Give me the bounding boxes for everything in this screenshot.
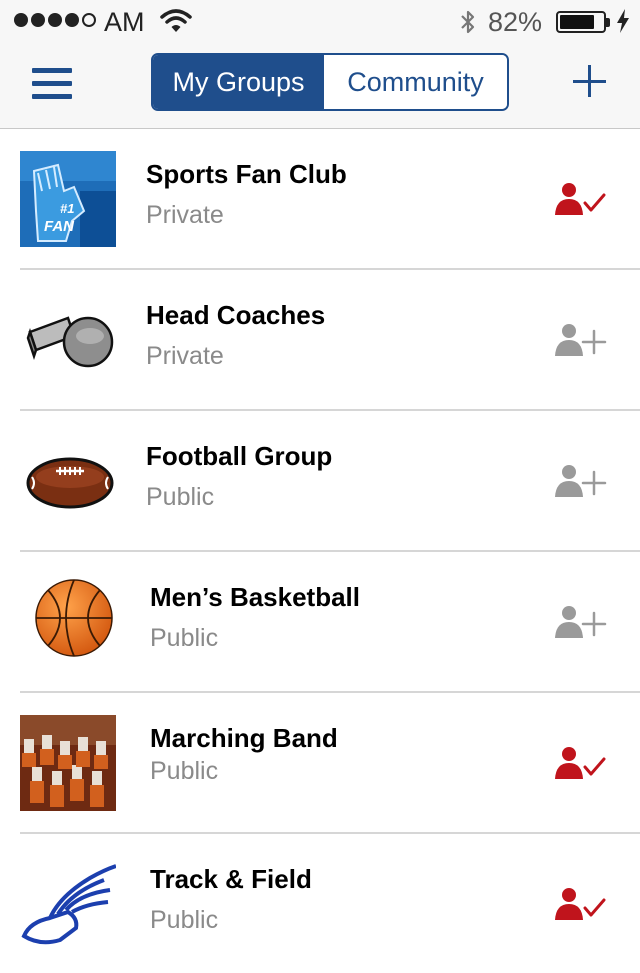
- member-joined-icon[interactable]: [554, 181, 608, 217]
- join-group-icon[interactable]: [554, 463, 608, 499]
- group-row-football-group[interactable]: Football Group Public: [20, 411, 640, 552]
- group-name: Track & Field: [150, 864, 312, 894]
- menu-button[interactable]: [32, 66, 74, 102]
- group-row-mens-basketball[interactable]: Men’s Basketball Public: [20, 552, 640, 693]
- tab-community[interactable]: Community: [324, 55, 507, 109]
- group-privacy: Private: [146, 201, 224, 229]
- battery-percent: 82%: [488, 7, 543, 37]
- football-icon: [20, 433, 116, 529]
- svg-text:#1: #1: [60, 201, 74, 216]
- battery-icon: [556, 11, 606, 33]
- whistle-icon: [20, 292, 116, 388]
- group-privacy: Public: [146, 483, 215, 511]
- tab-my-groups[interactable]: My Groups: [153, 55, 324, 109]
- group-privacy: Private: [146, 342, 224, 370]
- member-joined-icon[interactable]: [554, 745, 608, 781]
- group-name: Sports Fan Club: [146, 159, 347, 189]
- carrier-label: AM: [104, 7, 145, 37]
- join-group-icon[interactable]: [554, 322, 608, 358]
- winged-foot-icon: [20, 856, 116, 952]
- join-group-icon[interactable]: [554, 604, 608, 640]
- member-joined-icon[interactable]: [554, 886, 608, 922]
- navigation-bar: My Groups Community: [0, 44, 640, 129]
- group-name: Marching Band: [150, 723, 338, 753]
- group-list: FAN #1 Sports Fan Club Private Head Coac…: [0, 129, 640, 973]
- status-bar: AM 82%: [0, 0, 640, 44]
- group-name: Football Group: [146, 441, 333, 471]
- svg-text:FAN: FAN: [44, 218, 75, 235]
- battery-level-fill: [560, 15, 595, 29]
- groups-segmented-control: My Groups Community: [151, 53, 509, 111]
- charging-bolt-icon: [617, 9, 629, 33]
- add-group-button[interactable]: [572, 64, 608, 100]
- group-privacy: Public: [150, 757, 219, 785]
- group-privacy: Public: [150, 906, 219, 934]
- group-row-marching-band[interactable]: Marching Band Public: [20, 693, 640, 834]
- group-row-head-coaches[interactable]: Head Coaches Private: [20, 270, 640, 411]
- signal-strength-icon: [14, 13, 96, 27]
- group-name: Head Coaches: [146, 300, 326, 330]
- group-privacy: Public: [150, 624, 219, 652]
- wifi-icon: [160, 9, 192, 32]
- marching-band-photo: [20, 715, 116, 811]
- foam-finger-fan-photo: FAN #1: [20, 151, 116, 247]
- basketball-icon: [20, 574, 116, 670]
- group-name: Men’s Basketball: [150, 582, 361, 612]
- group-row-track-and-field[interactable]: Track & Field Public: [20, 834, 640, 973]
- bluetooth-icon: [461, 10, 475, 34]
- group-row-sports-fan-club[interactable]: FAN #1 Sports Fan Club Private: [20, 129, 640, 270]
- battery-cap: [606, 18, 610, 27]
